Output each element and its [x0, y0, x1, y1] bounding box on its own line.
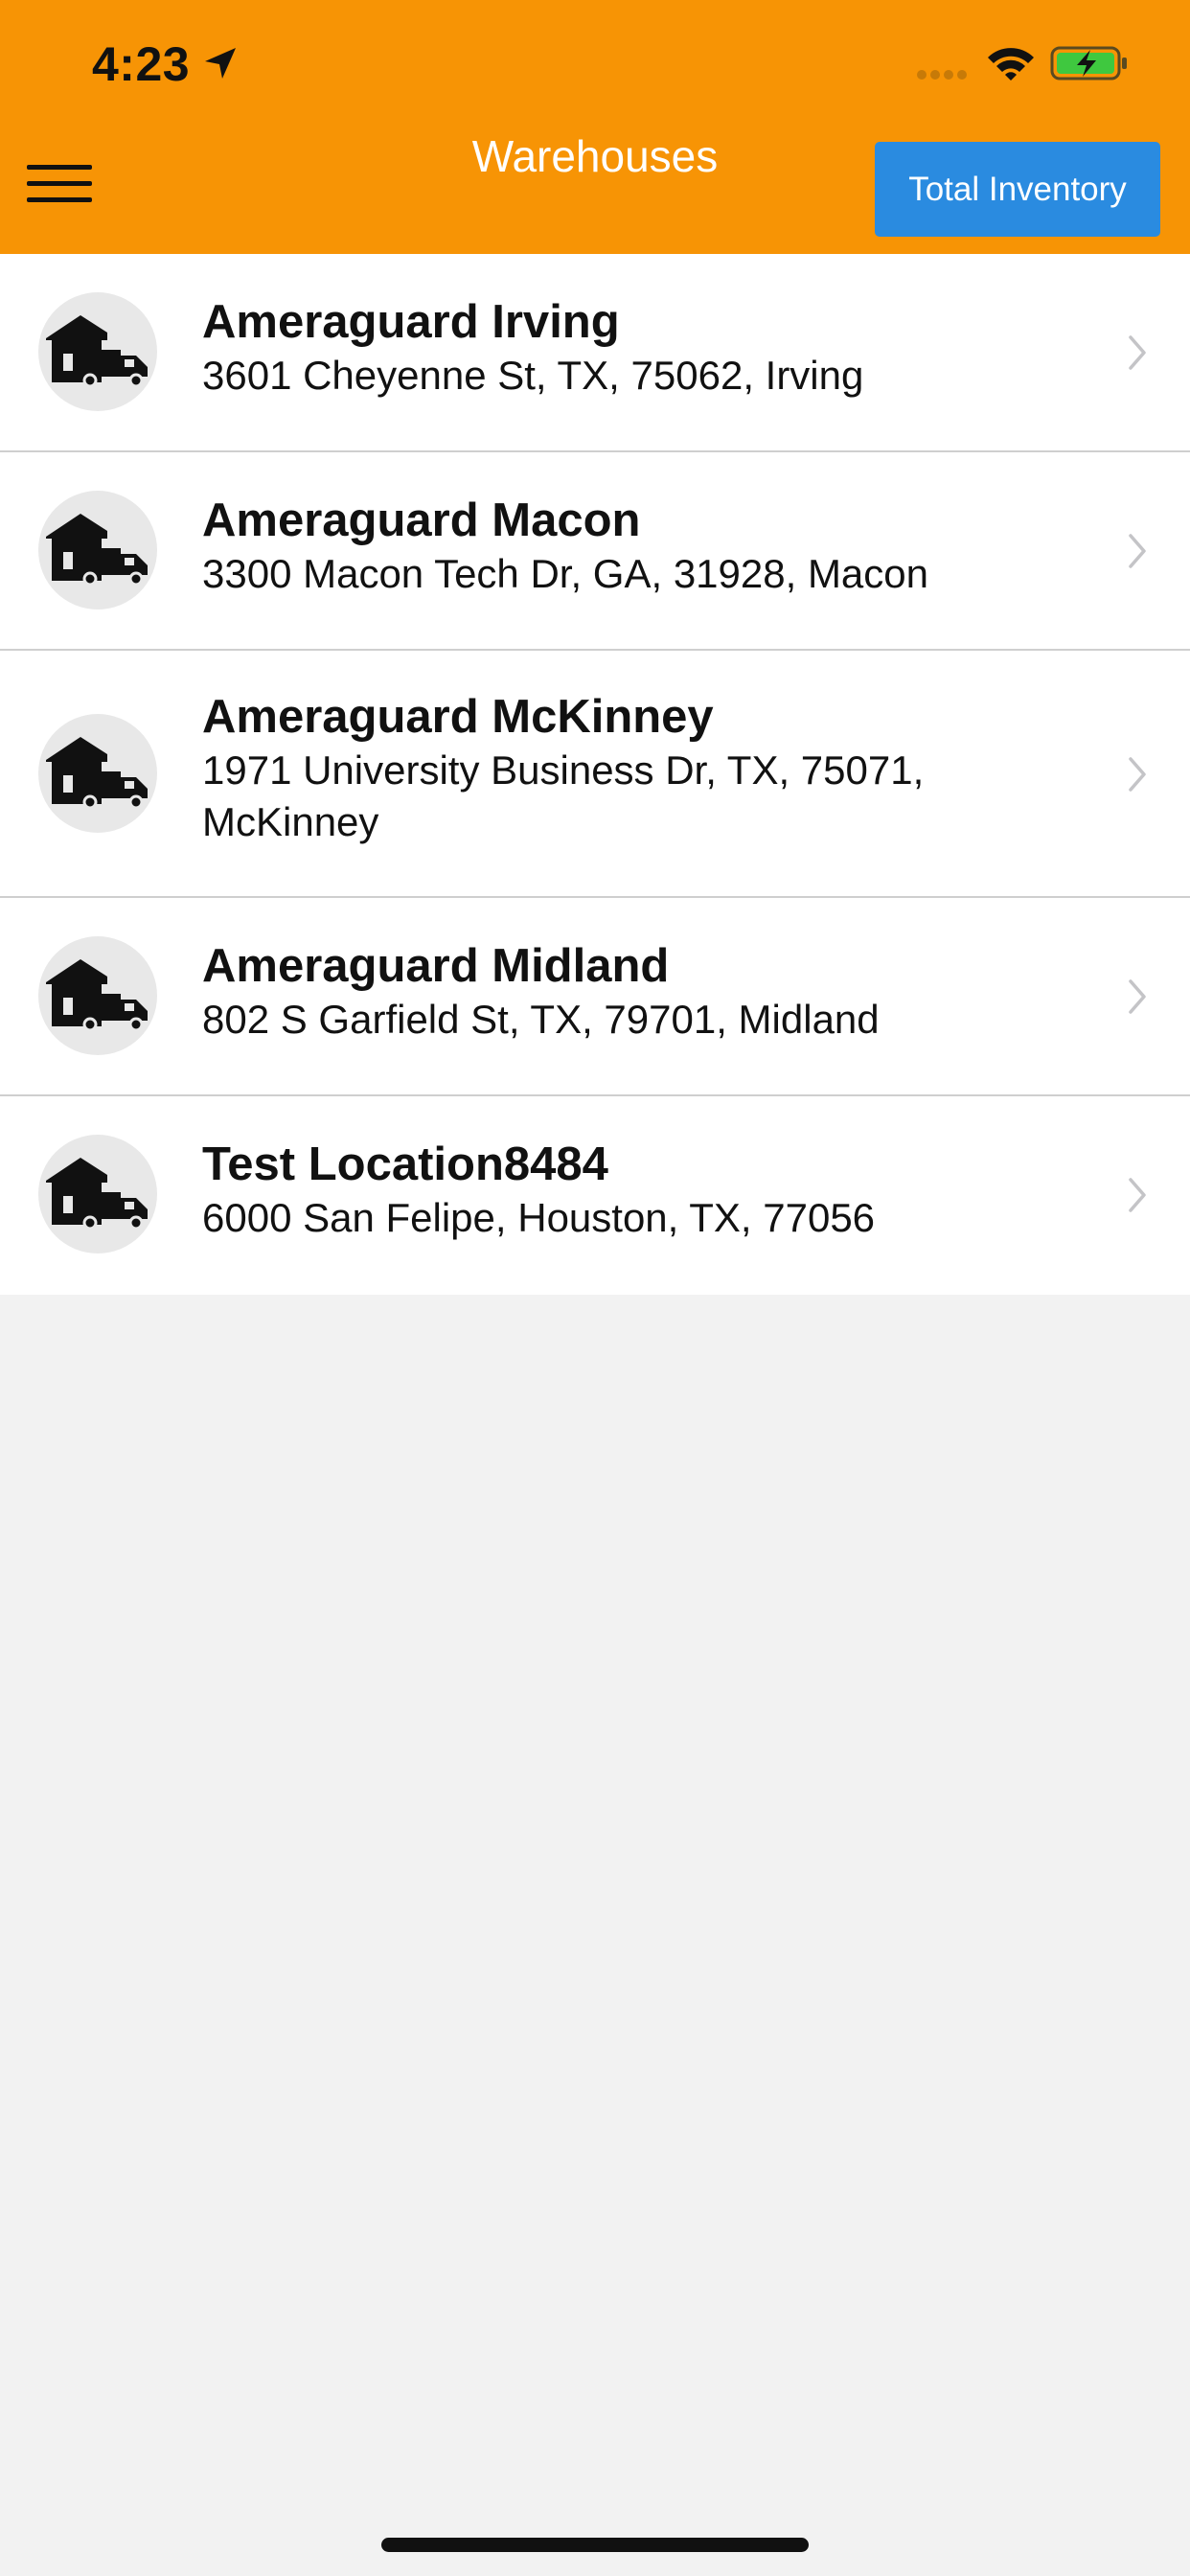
warehouse-truck-icon — [46, 315, 148, 388]
menu-line-icon — [27, 165, 92, 170]
chevron-right-icon — [1129, 335, 1146, 370]
hamburger-menu-button[interactable] — [27, 161, 96, 207]
warehouse-avatar — [38, 292, 157, 411]
warehouse-row-irving[interactable]: Ameraguard Irving 3601 Cheyenne St, TX, … — [0, 254, 1190, 452]
warehouse-name: Test Location8484 — [202, 1138, 608, 1190]
warehouse-row-mckinney[interactable]: Ameraguard McKinney 1971 University Busi… — [0, 651, 1190, 898]
location-arrow-icon — [205, 48, 236, 79]
warehouse-name: Ameraguard Midland — [202, 940, 670, 992]
chevron-right-icon — [1129, 757, 1146, 792]
battery-charging-icon — [1050, 46, 1127, 80]
warehouse-truck-icon — [46, 959, 148, 1032]
row-text: Ameraguard Macon 3300 Macon Tech Dr, GA,… — [202, 493, 1045, 600]
menu-line-icon — [27, 197, 92, 202]
row-text: Test Location8484 6000 San Felipe, Houst… — [202, 1137, 1045, 1244]
wifi-icon — [988, 48, 1034, 80]
warehouse-address: 3300 Macon Tech Dr, GA, 31928, Macon — [202, 551, 929, 596]
cellular-signal-icon — [917, 70, 967, 80]
row-text: Ameraguard Irving 3601 Cheyenne St, TX, … — [202, 294, 1045, 402]
total-inventory-button[interactable]: Total Inventory — [875, 142, 1160, 237]
warehouse-address: 802 S Garfield St, TX, 79701, Midland — [202, 997, 880, 1042]
warehouse-row-macon[interactable]: Ameraguard Macon 3300 Macon Tech Dr, GA,… — [0, 452, 1190, 651]
menu-line-icon — [27, 181, 92, 186]
warehouse-name: Ameraguard Macon — [202, 494, 641, 546]
warehouse-address: 3601 Cheyenne St, TX, 75062, Irving — [202, 353, 864, 398]
warehouse-row-test-location[interactable]: Test Location8484 6000 San Felipe, Houst… — [0, 1096, 1190, 1295]
warehouse-name: Ameraguard McKinney — [202, 691, 714, 743]
warehouse-list: Ameraguard Irving 3601 Cheyenne St, TX, … — [0, 254, 1190, 1295]
status-time: 4:23 — [92, 37, 191, 91]
warehouse-avatar — [38, 1135, 157, 1254]
warehouse-address: 1971 University Business Dr, TX, 75071, … — [202, 748, 925, 844]
row-text: Ameraguard Midland 802 S Garfield St, TX… — [202, 938, 1045, 1046]
warehouse-address: 6000 San Felipe, Houston, TX, 77056 — [202, 1195, 876, 1240]
chevron-right-icon — [1129, 534, 1146, 568]
warehouse-truck-icon — [46, 514, 148, 586]
navigation-header: 4:23 Warehouses Total Inventory — [0, 0, 1190, 254]
row-text: Ameraguard McKinney 1971 University Busi… — [202, 689, 1045, 848]
warehouses-screen: 4:23 Warehouses Total Inventory Ameragua… — [0, 0, 1190, 2576]
warehouse-truck-icon — [46, 1158, 148, 1230]
warehouse-truck-icon — [46, 737, 148, 810]
home-indicator[interactable] — [381, 2538, 809, 2552]
chevron-right-icon — [1129, 979, 1146, 1014]
warehouse-avatar — [38, 714, 157, 833]
warehouse-avatar — [38, 936, 157, 1055]
chevron-right-icon — [1129, 1178, 1146, 1212]
warehouse-name: Ameraguard Irving — [202, 296, 620, 348]
warehouse-avatar — [38, 491, 157, 610]
warehouse-row-midland[interactable]: Ameraguard Midland 802 S Garfield St, TX… — [0, 898, 1190, 1096]
